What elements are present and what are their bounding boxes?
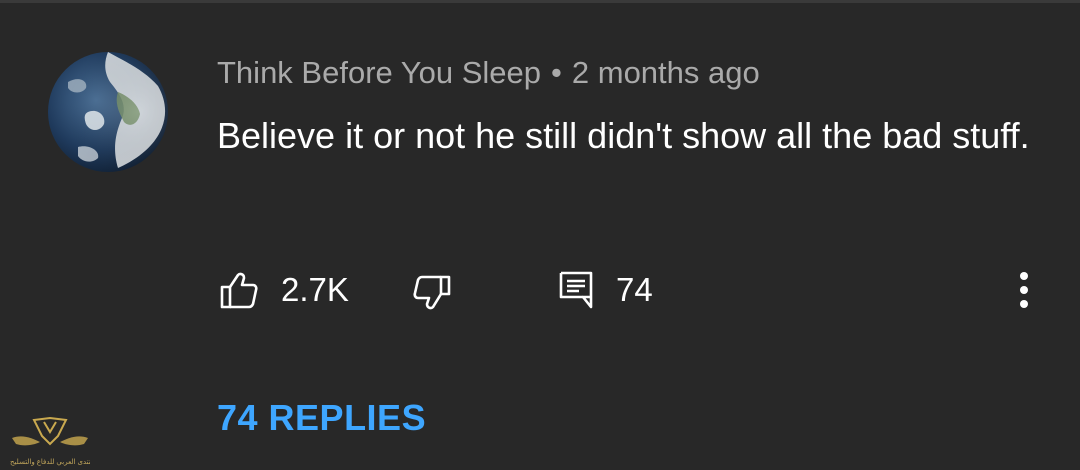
earth-globe-icon xyxy=(48,52,168,172)
watermark-logo: المنتدى العربي للدفاع والتسليح xyxy=(10,414,90,470)
comment-timestamp[interactable]: 2 months ago xyxy=(572,55,760,90)
winged-shield-icon xyxy=(12,416,88,446)
comment-text: Believe it or not he still didn't show a… xyxy=(217,115,1030,156)
view-replies-link[interactable]: 74 REPLIES xyxy=(217,397,426,439)
more-options-button[interactable] xyxy=(1012,268,1036,312)
reply-button[interactable]: 74 xyxy=(558,270,653,310)
thumbs-up-icon xyxy=(220,272,258,309)
meta-separator: • xyxy=(551,55,562,90)
thumbs-down-icon xyxy=(413,275,451,310)
author-avatar[interactable] xyxy=(48,52,168,172)
kebab-menu-icon xyxy=(1020,272,1028,308)
like-count: 2.7K xyxy=(281,271,349,308)
author-name[interactable]: Think Before You Sleep xyxy=(217,55,541,90)
watermark-text: المنتدى العربي للدفاع والتسليح xyxy=(10,459,90,466)
comment-action-bar: 2.7K 74 xyxy=(0,262,1080,318)
comment-meta: Think Before You Sleep • 2 months ago xyxy=(217,54,760,92)
top-divider xyxy=(0,0,1080,3)
like-button[interactable]: 2.7K xyxy=(219,270,349,310)
comment-icon xyxy=(559,271,593,309)
dislike-button[interactable] xyxy=(412,274,452,314)
reply-count: 74 xyxy=(616,271,653,308)
